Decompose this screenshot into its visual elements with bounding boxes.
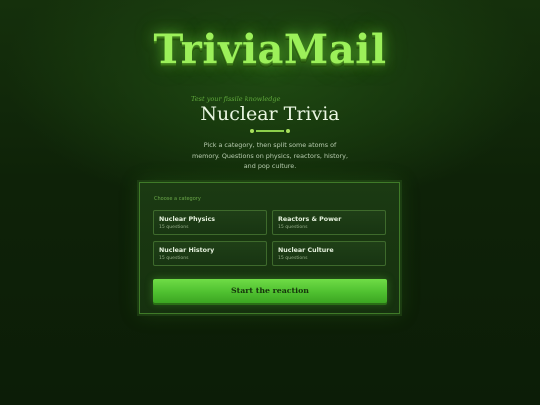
- tagline: Test your fissile knowledge: [191, 95, 281, 103]
- category-name: Reactors & Power: [278, 216, 342, 223]
- divider-dot-left: [250, 128, 254, 133]
- category-nuclear-culture[interactable]: Nuclear Culture 15 questions: [272, 241, 386, 266]
- category-name: Nuclear Culture: [278, 247, 334, 254]
- category-panel-label: Choose a category: [154, 196, 201, 202]
- category-question-count: 15 questions: [278, 256, 308, 261]
- title-divider: [250, 127, 290, 135]
- page-title: Nuclear Trivia: [200, 103, 340, 125]
- category-panel: Choose a category Nuclear Physics 15 que…: [139, 182, 400, 314]
- category-nuclear-history[interactable]: Nuclear History 15 questions: [153, 241, 267, 266]
- start-button[interactable]: Start the reaction: [153, 279, 387, 303]
- category-nuclear-physics[interactable]: Nuclear Physics 15 questions: [153, 210, 267, 235]
- divider-line: [256, 130, 284, 132]
- divider-dot-right: [286, 128, 290, 133]
- category-question-count: 15 questions: [278, 225, 308, 230]
- category-question-count: 15 questions: [159, 225, 189, 230]
- category-question-count: 15 questions: [159, 256, 189, 261]
- category-reactors-power[interactable]: Reactors & Power 15 questions: [272, 210, 386, 235]
- page-description: Pick a category, then split some atoms o…: [192, 141, 348, 170]
- category-name: Nuclear History: [159, 247, 215, 254]
- category-name: Nuclear Physics: [159, 216, 216, 223]
- app-logo: TriviaMail: [153, 26, 387, 73]
